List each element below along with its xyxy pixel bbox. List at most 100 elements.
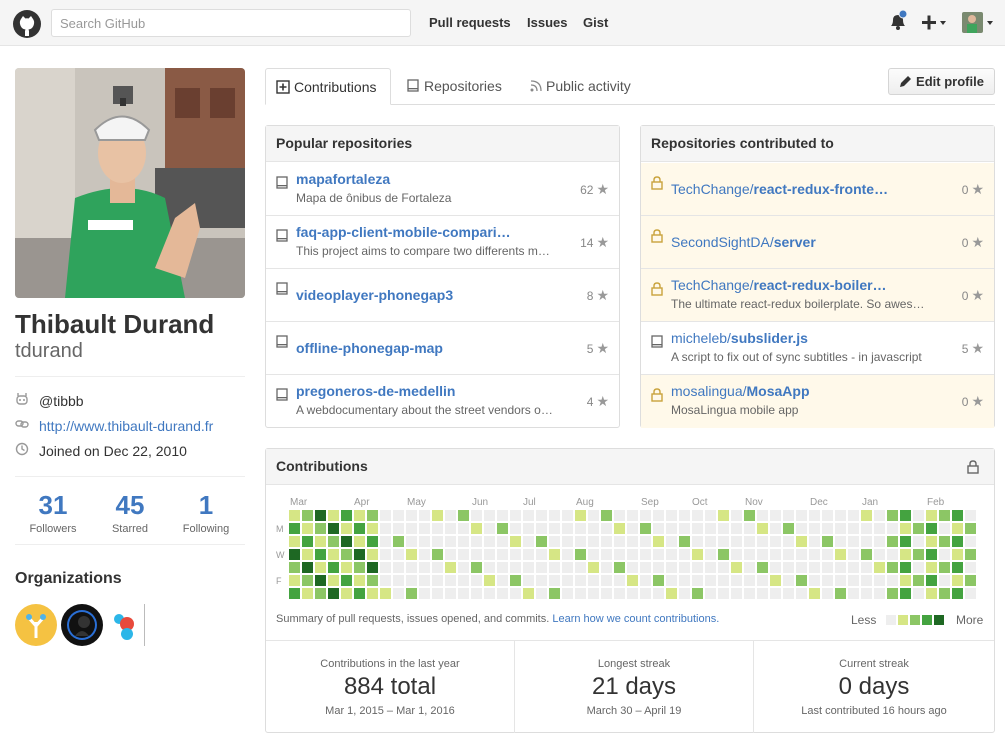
repo-row[interactable]: videoplayer-phonegap3 8 ★ [266, 269, 619, 322]
contribution-day [653, 575, 664, 586]
website-link[interactable]: http://www.thibault-durand.fr [39, 418, 213, 434]
contribution-day [627, 588, 638, 599]
repo-icon [276, 282, 288, 295]
month-label: Oct [692, 497, 708, 508]
repo-row[interactable]: mosalingua/MosaApp MosaLingua mobile app 0… [641, 375, 994, 428]
contribution-day [770, 523, 781, 534]
contribution-day [666, 549, 677, 560]
contribution-day [471, 523, 482, 534]
contribution-day [822, 588, 833, 599]
learn-more-link[interactable]: Learn how we count contributions. [552, 613, 719, 625]
repo-row[interactable]: TechChange/react-redux-fronte… 0 ★ [641, 163, 994, 216]
contribution-day [419, 523, 430, 534]
repo-name-link[interactable]: pregoneros-de-medellin [296, 383, 551, 399]
contributed-repos-title: Repositories contributed to [641, 126, 994, 162]
contribution-day [848, 575, 859, 586]
contribution-day [744, 523, 755, 534]
repo-name-link[interactable]: mapafortaleza [296, 171, 551, 187]
repo-name-link[interactable]: faq-app-client-mobile-compari… [296, 224, 551, 240]
contribution-day [874, 536, 885, 547]
repo-name: videoplayer-phonegap3 [296, 287, 454, 303]
contribution-day [705, 510, 716, 521]
contribution-day [484, 510, 495, 521]
repo-row[interactable]: TechChange/react-redux-boiler… The ultima… [641, 269, 994, 322]
org-avatar[interactable] [61, 604, 103, 646]
contribution-day [432, 575, 443, 586]
org-avatar[interactable] [15, 604, 57, 646]
stat-current-value: 0 days [838, 673, 910, 700]
contribution-day [796, 588, 807, 599]
contribution-day [484, 575, 495, 586]
month-label: Apr [354, 497, 370, 508]
repo-name-link[interactable]: micheleb/subslider.js [671, 330, 926, 346]
org-avatar[interactable] [107, 604, 149, 646]
edit-profile-button[interactable]: Edit profile [888, 68, 995, 95]
contribution-day [783, 562, 794, 573]
contribution-day [692, 562, 703, 573]
repo-row[interactable]: micheleb/subslider.js A script to fix out… [641, 322, 994, 375]
contribution-day [289, 562, 300, 573]
contribution-day [588, 549, 599, 560]
contribution-day [822, 575, 833, 586]
stat-followers[interactable]: 31 Followers [15, 490, 91, 535]
month-label: Jun [472, 497, 489, 508]
contribution-day [380, 549, 391, 560]
repo-icon [276, 335, 288, 348]
contribution-day [471, 562, 482, 573]
nav-pull-requests[interactable]: Pull requests [429, 15, 511, 30]
bell-icon[interactable] [888, 10, 908, 32]
detail-joined: Joined on Dec 22, 2010 [15, 442, 187, 459]
repo-row[interactable]: mapafortaleza Mapa de ônibus de Fortaleza… [266, 163, 619, 216]
contribution-day [887, 562, 898, 573]
repo-owner: TechChange/ [671, 181, 754, 197]
contribution-day [952, 536, 963, 547]
profile-tabs: Contributions Repositories Public activi… [265, 68, 995, 105]
repo-stars: 0 ★ [962, 181, 984, 198]
repo-row[interactable]: pregoneros-de-medellin A webdocumentary a… [266, 375, 619, 428]
nav-gist[interactable]: Gist [583, 15, 608, 30]
contribution-day [640, 575, 651, 586]
repo-stars: 14 ★ [580, 234, 609, 251]
avatar-icon[interactable] [962, 12, 996, 37]
stat-starred[interactable]: 45 Starred [92, 490, 168, 535]
contribution-day [731, 523, 742, 534]
contribution-day [679, 562, 690, 573]
stat-total-value: 884 total [343, 673, 437, 700]
repo-row[interactable]: faq-app-client-mobile-compari… This proje… [266, 216, 619, 269]
repo-name-link[interactable]: videoplayer-phonegap3 [296, 287, 551, 303]
repo-name-link[interactable]: SecondSightDA/server [671, 234, 926, 250]
repo-row[interactable]: offline-phonegap-map 5 ★ [266, 322, 619, 375]
contribution-day [523, 588, 534, 599]
star-count: 62 [580, 183, 594, 197]
repo-name-link[interactable]: offline-phonegap-map [296, 340, 551, 356]
repo-name-link[interactable]: mosalingua/MosaApp [671, 383, 926, 399]
contribution-day [679, 536, 690, 547]
stat-longest-streak: Longest streak 21 days March 30 – April … [515, 640, 754, 733]
month-label: Sep [641, 497, 659, 508]
tab-contributions[interactable]: Contributions [265, 68, 391, 105]
search-input[interactable] [51, 9, 411, 37]
contribution-day [770, 549, 781, 560]
contribution-day [380, 523, 391, 534]
contribution-day [965, 562, 976, 573]
repo-row[interactable]: SecondSightDA/server 0 ★ [641, 216, 994, 269]
contribution-day [666, 562, 677, 573]
contribution-day [562, 536, 573, 547]
repo-name-link[interactable]: TechChange/react-redux-fronte… [671, 181, 926, 197]
starred-count: 45 [115, 490, 145, 520]
github-logo-icon[interactable] [12, 9, 42, 39]
repo-description: This project aims to compare two differe… [296, 244, 550, 258]
contribution-day [367, 562, 378, 573]
day-label: F [276, 576, 282, 586]
tab-repositories[interactable]: Repositories [397, 68, 512, 105]
plus-icon[interactable] [922, 15, 948, 31]
contribution-day [432, 510, 443, 521]
tab-public-activity[interactable]: Public activity [520, 68, 641, 105]
contribution-day [367, 536, 378, 547]
contribution-day [393, 575, 404, 586]
contribution-day [731, 510, 742, 521]
repo-name-link[interactable]: TechChange/react-redux-boiler… [671, 277, 926, 293]
stat-following[interactable]: 1 Following [168, 490, 244, 535]
nav-issues[interactable]: Issues [527, 15, 567, 30]
contribution-day [523, 575, 534, 586]
